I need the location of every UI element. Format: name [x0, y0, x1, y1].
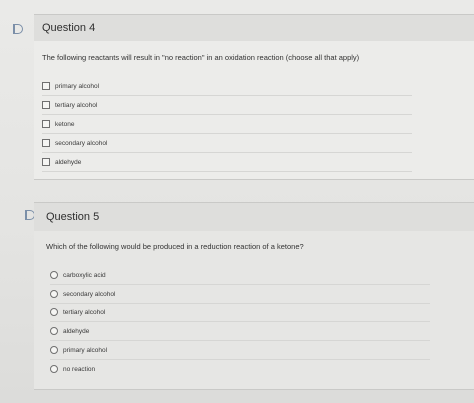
option-ketone[interactable]: ketone [42, 115, 412, 134]
radio-button[interactable] [50, 308, 58, 316]
bookmark-flag-icon[interactable] [13, 24, 23, 34]
radio-button[interactable] [50, 327, 58, 335]
checkbox[interactable] [42, 139, 50, 147]
option-secondary-alcohol[interactable]: secondary alcohol [42, 134, 412, 153]
option-label: tertiary alcohol [63, 308, 106, 316]
option-label: secondary alcohol [55, 139, 108, 147]
option-aldehyde[interactable]: aldehyde [50, 322, 430, 341]
checkbox[interactable] [42, 158, 50, 166]
option-label: primary alcohol [55, 82, 100, 90]
question-body: Which of the following would be produced… [34, 231, 474, 390]
question-body: The following reactants will result in "… [34, 41, 474, 180]
question-header: Question 4 [34, 14, 474, 42]
checkbox[interactable] [42, 101, 50, 109]
option-label: secondary alcohol [63, 290, 116, 298]
question-title: Question 4 [42, 22, 96, 34]
option-label: aldehyde [63, 327, 90, 335]
radio-button[interactable] [50, 346, 58, 354]
option-tertiary-alcohol[interactable]: tertiary alcohol [42, 96, 412, 115]
radio-button[interactable] [50, 271, 58, 279]
option-no-reaction[interactable]: no reaction [50, 360, 430, 378]
checkbox[interactable] [42, 120, 50, 128]
option-primary-alcohol[interactable]: primary alcohol [42, 77, 412, 96]
option-label: carboxylic acid [63, 271, 106, 279]
radio-button[interactable] [50, 365, 58, 373]
option-label: primary alcohol [63, 346, 108, 354]
option-label: tertiary alcohol [55, 101, 98, 109]
checkbox[interactable] [42, 82, 50, 90]
option-secondary-alcohol[interactable]: secondary alcohol [50, 285, 430, 304]
radio-button[interactable] [50, 290, 58, 298]
quiz-page: Question 4 The following reactants will … [0, 0, 474, 403]
option-aldehyde[interactable]: aldehyde [42, 153, 412, 172]
question-title: Question 5 [46, 211, 100, 223]
option-label: no reaction [63, 365, 96, 373]
option-label: aldehyde [55, 158, 82, 166]
option-label: ketone [55, 120, 75, 128]
question-header: Question 5 [34, 202, 474, 232]
option-primary-alcohol[interactable]: primary alcohol [50, 341, 430, 360]
question-prompt: Which of the following would be produced… [46, 242, 304, 251]
option-tertiary-alcohol[interactable]: tertiary alcohol [50, 303, 430, 322]
question-prompt: The following reactants will result in "… [42, 53, 360, 62]
option-carboxylic-acid[interactable]: carboxylic acid [50, 266, 430, 285]
